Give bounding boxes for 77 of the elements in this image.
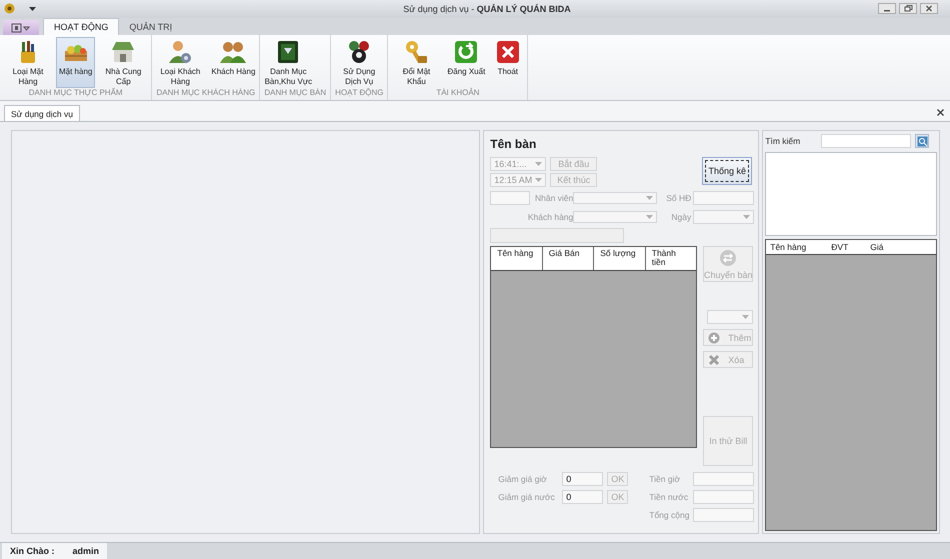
table-name-title: Tên bàn xyxy=(490,137,538,154)
window-title: Sử dụng dịch vụ - QUẢN LÝ QUÁN BIDA xyxy=(402,4,572,14)
ribbon-button[interactable]: Đổi Mật Khẩu xyxy=(389,37,444,88)
field-label: Nhân viên xyxy=(534,192,574,203)
field-label: Ngày xyxy=(670,212,692,222)
ribbon-button[interactable]: Loại Khách Hàng xyxy=(153,37,208,88)
users-icon xyxy=(220,39,246,66)
dropdown-caret-icon xyxy=(535,162,542,166)
user-name: admin xyxy=(72,546,100,556)
restore-icon xyxy=(899,3,917,14)
ribbon-button[interactable]: Danh Mục Bàn,Khu Vực xyxy=(261,37,316,88)
app-icon xyxy=(4,3,15,14)
ribbon-button[interactable]: Mặt hàng xyxy=(56,37,96,88)
column-header: Thành tiền xyxy=(650,247,677,270)
greeting-label: Xin Chào : xyxy=(10,546,54,556)
ribbon-group-label: TÀI KHOẢN xyxy=(435,88,480,100)
dropdown[interactable] xyxy=(707,310,754,324)
dropdown[interactable] xyxy=(693,210,754,224)
application-menu-button[interactable] xyxy=(3,20,39,36)
ribbon-group-label: DANH MỤC BÀN xyxy=(263,88,328,100)
key-icon xyxy=(403,39,430,66)
ribbon-button[interactable]: Khách Hàng xyxy=(208,37,258,88)
ribbon-group-label: HOẠT ĐỘNG xyxy=(334,88,384,100)
column-header: Tên hàng xyxy=(491,247,543,270)
field-label: Tiền nước xyxy=(649,492,690,502)
column-header: Tên hàng xyxy=(766,240,828,254)
field-label: Giảm giá giờ xyxy=(497,474,548,484)
search-field[interactable] xyxy=(821,134,912,148)
blank-button[interactable] xyxy=(490,228,624,244)
dropdown[interactable] xyxy=(573,192,658,204)
ribbon-group-label: DANH MỤC KHÁCH HÀNG xyxy=(156,88,256,100)
user-gear-icon xyxy=(167,39,194,66)
ribbon-group-label: DANH MỤC THỰC PHẨM xyxy=(28,88,124,100)
dropdown-caret-icon xyxy=(743,214,750,219)
input-field[interactable] xyxy=(693,190,754,205)
field-label: Tổng cộng xyxy=(649,510,690,520)
dropdown-value: 16:41:... xyxy=(494,159,527,170)
quick-access-caret-icon xyxy=(29,6,36,11)
dropdown-caret-icon xyxy=(535,178,542,182)
column-header: ĐVT xyxy=(827,240,866,254)
statistics-button[interactable]: Thống kê xyxy=(702,157,752,186)
dropdown-caret-icon xyxy=(742,315,750,320)
field-label: Tìm kiếm xyxy=(765,136,802,146)
column-header: Giá xyxy=(866,240,888,254)
search-icon xyxy=(916,136,928,147)
input-field[interactable] xyxy=(693,490,754,504)
ribbon-button[interactable]: Sử Dụng Dịch Vụ xyxy=(332,37,386,88)
close-icon xyxy=(494,39,521,66)
plus-icon xyxy=(708,332,720,344)
close-icon xyxy=(920,3,938,14)
document-tab[interactable]: Sử dụng dịch vụ xyxy=(4,105,80,122)
field-label: Số HĐ xyxy=(665,192,692,203)
close-icon xyxy=(937,109,944,116)
logout-icon xyxy=(453,39,480,66)
dropdown[interactable] xyxy=(573,210,658,223)
column-header: Giá Bán xyxy=(542,247,594,270)
cross-icon xyxy=(708,354,720,366)
input-field[interactable] xyxy=(693,472,754,486)
input-field[interactable] xyxy=(490,190,530,205)
dropdown-value: 12:15 AM xyxy=(494,175,532,186)
ribbon-tab[interactable]: QUẢN TRỊ xyxy=(119,18,182,36)
field-label: Tiền giờ xyxy=(649,474,682,484)
ribbon-button[interactable]: Thoát xyxy=(489,37,526,88)
ribbon-button[interactable]: Loại Mặt Hàng xyxy=(1,37,55,88)
input-field[interactable] xyxy=(693,508,754,522)
menu-icon xyxy=(11,22,31,33)
ribbon-tab[interactable]: HOẠT ĐỘNG xyxy=(43,18,120,36)
field-label: Khách hàng xyxy=(526,212,574,222)
dropdown-caret-icon xyxy=(646,196,654,200)
field-label: Giảm giá nước xyxy=(497,492,556,502)
column-header: Số lượng xyxy=(594,247,646,270)
swap-icon xyxy=(719,248,738,267)
dropdown-caret-icon xyxy=(646,214,654,219)
search-button[interactable] xyxy=(915,134,930,148)
ribbon-button[interactable]: Đăng Xuất xyxy=(444,37,488,88)
ribbon-button[interactable]: Nhà Cung Cấp xyxy=(96,37,150,88)
minimize-icon xyxy=(878,3,896,14)
